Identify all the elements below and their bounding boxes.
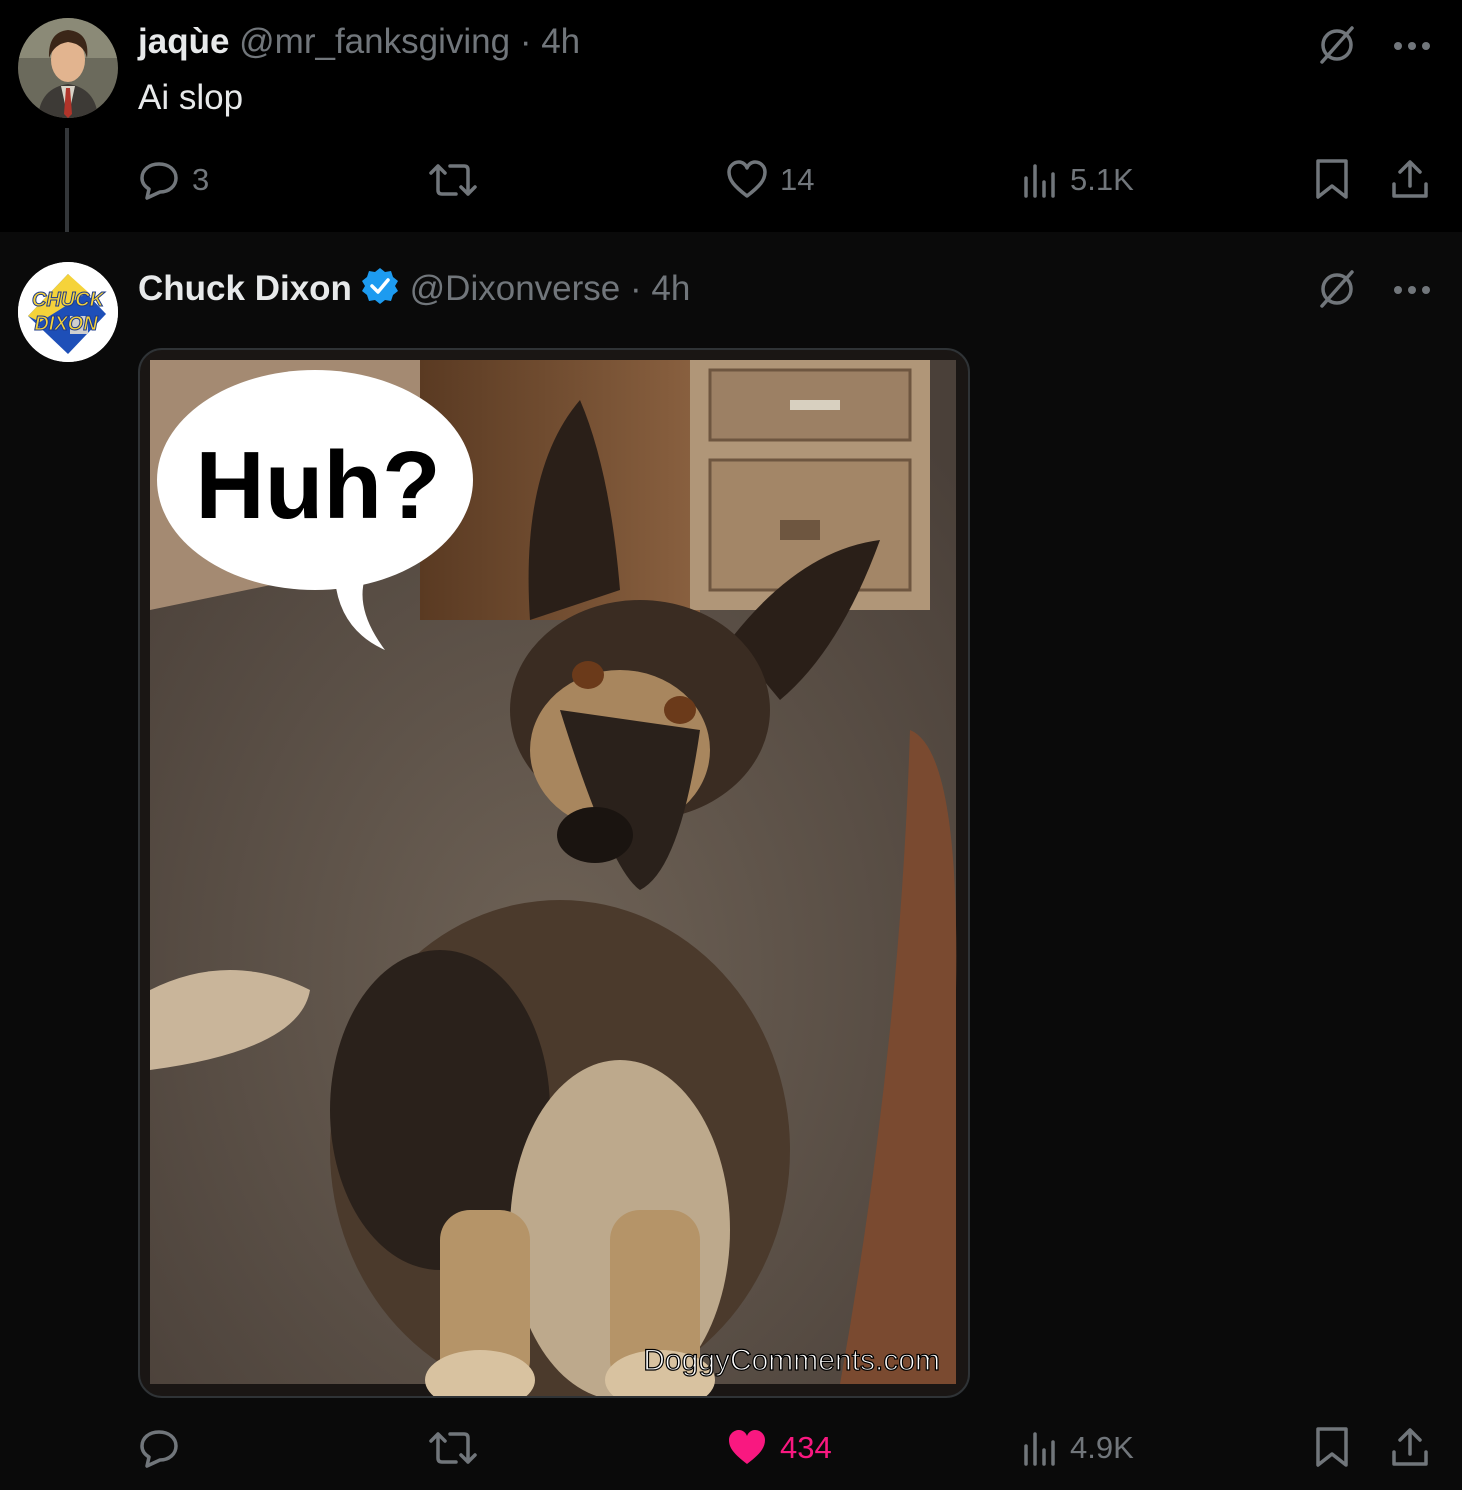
avatar-jaque[interactable]	[18, 18, 118, 118]
tweet-jaque[interactable]: jaqùe @mr_fanksgiving · 4h Ai slop 3 14 …	[0, 0, 1462, 252]
bookmark-icon	[1316, 159, 1348, 199]
tweet-header: jaqùe @mr_fanksgiving · 4h	[138, 22, 580, 62]
reply-icon	[140, 1430, 178, 1468]
views-count: 4.9K	[1070, 1430, 1134, 1465]
timestamp[interactable]: 4h	[541, 22, 580, 61]
grok-icon[interactable]	[1316, 268, 1358, 315]
author-handle[interactable]: @Dixonverse	[410, 269, 621, 308]
author-name[interactable]: Chuck Dixon	[138, 269, 352, 308]
share-button[interactable]	[1390, 158, 1430, 200]
verified-badge-icon[interactable]	[360, 266, 400, 315]
more-icon[interactable]	[1392, 283, 1432, 301]
like-count: 434	[780, 1430, 832, 1465]
share-button[interactable]	[1390, 1426, 1430, 1468]
separator: ·	[630, 268, 642, 308]
retweet-button[interactable]	[428, 160, 478, 200]
speech-bubble-text: Huh?	[195, 432, 440, 539]
author-name[interactable]: jaqùe	[138, 22, 229, 61]
timestamp[interactable]: 4h	[651, 269, 690, 308]
retweet-icon	[429, 164, 477, 196]
like-button[interactable]: 434	[726, 1428, 832, 1468]
bookmark-button[interactable]	[1314, 158, 1350, 200]
views-count: 5.1K	[1070, 162, 1134, 197]
tweet-chuck-dixon[interactable]: CHUCK DIXON Chuck Dixon @Dixonverse · 4h	[0, 232, 1462, 1490]
avatar-chuck-dixon[interactable]: CHUCK DIXON	[18, 262, 118, 362]
tweet-text: Ai slop	[138, 78, 244, 117]
like-button[interactable]: 14	[726, 160, 814, 200]
reply-icon	[140, 162, 178, 200]
like-icon	[729, 1430, 765, 1464]
avatar-logo-line1: CHUCK	[32, 289, 106, 311]
views-icon	[1024, 164, 1055, 198]
retweet-button[interactable]	[428, 1428, 478, 1468]
reply-button[interactable]: 3	[138, 160, 209, 200]
grok-icon[interactable]	[1316, 24, 1358, 71]
tweet-media-image[interactable]: Huh? DoggyComments.com	[138, 348, 970, 1398]
more-icon[interactable]	[1392, 39, 1432, 57]
bookmark-button[interactable]	[1314, 1426, 1350, 1468]
like-icon	[727, 160, 767, 198]
reply-button[interactable]	[138, 1428, 180, 1468]
views-button[interactable]: 4.9K	[1022, 1428, 1134, 1468]
author-handle[interactable]: @mr_fanksgiving	[239, 22, 510, 61]
reply-count: 3	[192, 162, 210, 197]
avatar-logo-line2: DIXON	[34, 313, 98, 335]
action-bar: 434 4.9K	[138, 1424, 1438, 1474]
tweet-header: Chuck Dixon @Dixonverse · 4h	[138, 266, 690, 315]
bookmark-icon	[1316, 1427, 1348, 1467]
views-button[interactable]: 5.1K	[1022, 160, 1134, 200]
separator: ·	[519, 22, 532, 61]
views-icon	[1024, 1432, 1055, 1466]
share-icon	[1392, 1428, 1428, 1466]
action-bar: 3 14 5.1K	[138, 156, 1438, 206]
image-watermark: DoggyComments.com	[643, 1344, 940, 1377]
tweet-top-controls	[1316, 24, 1432, 71]
like-count: 14	[780, 162, 815, 197]
share-icon	[1392, 160, 1428, 198]
retweet-icon	[429, 1432, 477, 1464]
tweet-top-controls	[1316, 268, 1432, 315]
